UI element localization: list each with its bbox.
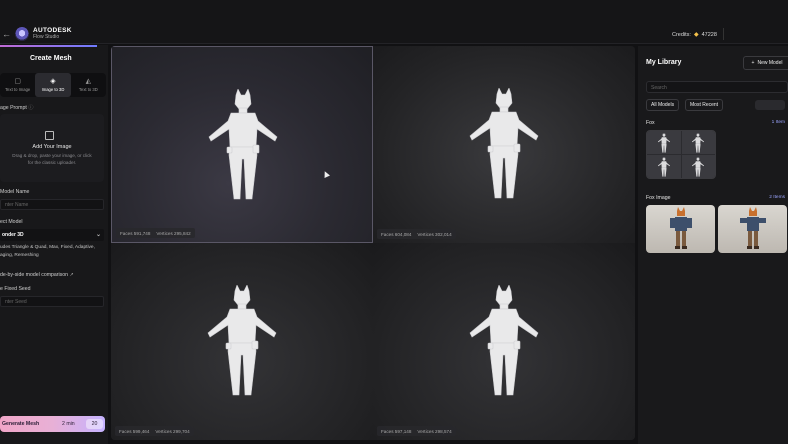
tab-image-to-3d[interactable]: ◈ Image to 3D	[35, 73, 71, 97]
plus-icon: +	[751, 60, 755, 66]
group-count-fox-image[interactable]: 2 Items	[769, 195, 785, 200]
credits-value: 47228	[701, 31, 717, 38]
fox-figure-thumb	[657, 156, 670, 177]
credits-display: Credits: ◆ 47228	[672, 31, 717, 39]
model-preview-3[interactable]: Faces 599,464 Vertices 299,704	[111, 243, 373, 440]
fox-figure-model	[208, 89, 278, 200]
model-select[interactable]: onder 3D ⌄	[0, 229, 104, 241]
image-icon: ▢	[14, 78, 21, 85]
fox-character-image	[740, 207, 766, 249]
header-divider	[723, 28, 724, 40]
library-panel: My Library + New Model Search All Models…	[638, 46, 788, 444]
fox-figure-model	[207, 285, 277, 396]
filter-most-recent[interactable]: Most Recent	[685, 99, 724, 111]
chevron-down-icon: ⌄	[95, 232, 101, 238]
mesh-stats: Faces 599,464 Vertices 299,704	[115, 426, 194, 436]
tab-label: Text to 3D	[78, 87, 98, 92]
mesh-stats: Faces 597,148 Vertices 298,574	[377, 426, 456, 436]
generate-time: 2 min	[62, 421, 75, 427]
image-prompt-label: age Prompt ⓘ	[0, 105, 34, 111]
seed-input[interactable]: nter Seed	[0, 296, 104, 307]
info-icon[interactable]: ⓘ	[28, 105, 33, 111]
model-thumbnail	[647, 155, 681, 178]
cube-icon: ◈	[50, 78, 56, 85]
panel-title: Create Mesh	[30, 55, 72, 62]
autodesk-logo-icon	[15, 27, 29, 41]
group-count-fox[interactable]: 1 Item	[772, 120, 785, 125]
fox-figure-thumb	[692, 132, 705, 153]
generate-mesh-button[interactable]: Generate Mesh 2 min 20	[0, 416, 105, 432]
generate-label: Generate Mesh	[2, 421, 40, 427]
upload-hint: Drag & drop, paste your image, or click …	[12, 153, 92, 165]
mode-tabs: ▢ Text to Image ◈ Image to 3D ◭ Text to …	[0, 73, 106, 97]
brand-name: AUTODESK	[33, 27, 72, 34]
library-item-fox-models[interactable]	[646, 130, 716, 179]
cube-text-icon: ◭	[85, 78, 92, 85]
model-thumbnail	[681, 131, 715, 154]
library-item-fox-image-2[interactable]	[718, 205, 787, 253]
upload-title: Add Your Image	[32, 144, 72, 150]
fox-figure-thumb	[692, 156, 705, 177]
back-arrow-icon[interactable]: ←	[2, 29, 11, 39]
new-model-button[interactable]: + New Model	[743, 56, 788, 70]
image-upload-dropzone[interactable]: Add Your Image Drag & drop, paste your i…	[0, 114, 104, 182]
product-name: Flow Studio	[33, 34, 60, 40]
model-viewport-grid: Faces 591,748 Vertices 295,842 Faces 604,…	[111, 46, 635, 440]
selected-model: onder 3D	[2, 232, 24, 238]
credits-gem-icon: ◆	[693, 32, 699, 38]
model-description: udes Triangle & Quad, Max, Fixed, Adapti…	[0, 245, 95, 258]
seed-label: e Fixed Seed	[0, 286, 31, 292]
model-name-input[interactable]: nter Name	[0, 199, 104, 210]
tab-label: Text to Image	[5, 87, 31, 92]
fox-figure-thumb	[657, 132, 670, 153]
select-model-label: ect Model	[0, 219, 23, 225]
filter-all-models[interactable]: All Models	[646, 99, 680, 111]
model-preview-2[interactable]: Faces 604,084 Vertices 302,014	[373, 46, 635, 243]
model-thumbnail	[647, 131, 681, 154]
fox-character-image	[670, 207, 692, 249]
group-title-fox-image: Fox Image	[646, 195, 671, 201]
model-preview-1[interactable]: Faces 591,748 Vertices 295,842	[111, 46, 373, 243]
model-comparison-link[interactable]: de-by-side model comparison ↗	[0, 272, 74, 278]
library-item-fox-image-1[interactable]	[646, 205, 715, 253]
mesh-stats: Faces 591,748 Vertices 295,842	[116, 228, 195, 238]
view-toggle[interactable]	[755, 100, 785, 110]
tab-label: Image to 3D	[41, 87, 65, 92]
tab-text-to-image[interactable]: ▢ Text to Image	[0, 73, 35, 97]
credits-label: Credits:	[672, 31, 691, 38]
model-name-label: Model Name	[0, 189, 30, 195]
upload-image-icon	[45, 131, 54, 140]
fox-figure-model	[469, 285, 539, 396]
model-thumbnail	[681, 155, 715, 178]
library-search-input[interactable]: Search	[646, 81, 788, 93]
fox-figure-model	[469, 88, 539, 199]
brand-logo[interactable]: ← AUTODESK Flow Studio	[2, 27, 72, 41]
app-header: ← AUTODESK Flow Studio Credits: ◆ 47228	[0, 0, 788, 44]
generate-cost-badge: 20	[86, 419, 103, 429]
external-link-icon: ↗	[69, 272, 74, 278]
library-title: My Library	[646, 59, 682, 66]
model-preview-4[interactable]: Faces 597,148 Vertices 298,574	[373, 243, 635, 440]
group-title-fox: Fox	[646, 120, 655, 126]
panel-accent-bar	[0, 45, 97, 47]
mesh-stats: Faces 604,084 Vertices 302,014	[377, 229, 456, 239]
tab-text-to-3d[interactable]: ◭ Text to 3D	[71, 73, 106, 97]
